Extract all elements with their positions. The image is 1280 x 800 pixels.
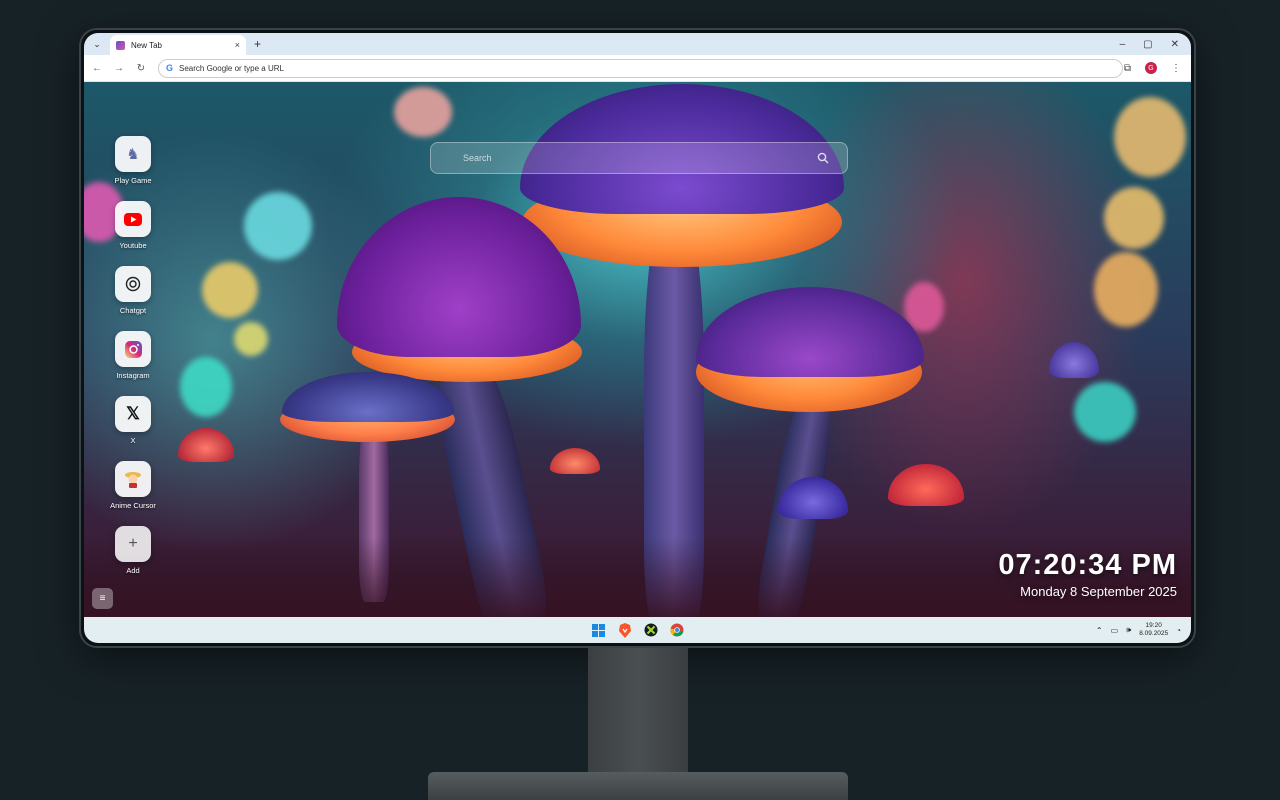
chatgpt-icon [115,266,151,302]
clock-widget: 07:20:34 PM Monday 8 September 2025 [998,549,1177,599]
shortcut-instagram[interactable]: Instagram [108,331,158,396]
youtube-icon [115,201,151,237]
screen: ⌄ New Tab × + – ▢ ✕ ← → ↻ G Search Googl… [84,33,1191,643]
network-icon[interactable]: ▭ [1111,626,1119,635]
brave-icon[interactable] [617,622,633,638]
tab-new-tab[interactable]: New Tab × [110,35,246,55]
bokeh-light [180,357,232,417]
clock-time: 07:20:34 PM [998,549,1177,581]
search-icon[interactable] [817,152,829,166]
menu-dots-icon[interactable]: ⋮ [1171,63,1181,74]
shortcut-label: Play Game [114,176,152,185]
forward-icon[interactable]: → [108,63,130,74]
bokeh-light [234,322,268,356]
shortcut-x[interactable]: 𝕏 X [108,396,158,461]
windows-start-icon[interactable] [591,622,607,638]
bokeh-light [244,192,312,260]
shortcut-chatgpt[interactable]: Chatgpt [108,266,158,331]
plus-icon: + [115,526,151,562]
instagram-icon [115,331,151,367]
taskbar: ⌃ ▭ 🕪 19:20 8.09.2025 ◔ [84,617,1191,643]
wallpaper: Search ♞ Play Game Youtube Chatgpt Insta… [84,82,1191,617]
tray-time: 19:20 [1145,622,1162,629]
mushroom-cap [178,428,234,462]
shortcut-label: Anime Cursor [110,501,156,510]
close-window-button[interactable]: ✕ [1171,39,1179,50]
reload-icon[interactable]: ↻ [130,63,152,74]
x-icon: 𝕏 [115,396,151,432]
bokeh-light [202,262,258,318]
google-icon: G [166,63,174,73]
search-placeholder: Search [463,153,492,163]
profile-avatar[interactable]: G [1145,62,1157,74]
tab-close-icon[interactable]: × [235,40,240,50]
shortcut-play-game[interactable]: ♞ Play Game [108,136,158,201]
shortcut-label: Add [126,566,140,575]
chrome-icon[interactable] [669,622,685,638]
mushroom-cap [550,448,600,474]
bokeh-light [1074,382,1136,442]
shortcut-label: Youtube [119,241,147,250]
hamburger-menu-icon[interactable]: ≡ [92,588,113,609]
add-shortcut-button[interactable]: + Add [108,526,158,591]
tray-date: 8.09.2025 [1139,630,1169,637]
monitor-frame: ⌄ New Tab × + – ▢ ✕ ← → ↻ G Search Googl… [79,28,1196,648]
mushroom-cap [696,287,924,377]
game-icon: ♞ [115,136,151,172]
mushroom-cap [1049,342,1099,378]
toolbar-actions: ⧉ G ⋮ [1124,62,1181,74]
shortcut-label: Instagram [116,371,150,380]
search-input[interactable]: Search [430,142,848,174]
tray-clock[interactable]: 19:20 8.09.2025 [1139,622,1168,638]
bokeh-light [394,87,452,137]
minimize-button[interactable]: – [1120,39,1126,50]
bokeh-light [1104,187,1164,249]
volume-icon[interactable]: 🕪 [1126,625,1131,635]
monitor-stand-neck [588,648,688,783]
anime-cursor-icon [115,461,151,497]
shortcuts-column: ♞ Play Game Youtube Chatgpt Instagram 𝕏 … [108,136,158,591]
system-tray: ⌃ ▭ 🕪 19:20 8.09.2025 ◔ [1096,617,1181,643]
maximize-button[interactable]: ▢ [1143,39,1152,50]
chevron-up-icon[interactable]: ⌃ [1096,626,1103,635]
shortcut-anime-cursor[interactable]: Anime Cursor [108,461,158,526]
shortcut-label: Chatgpt [119,306,147,315]
back-icon[interactable]: ← [86,63,108,74]
clock-date: Monday 8 September 2025 [1020,584,1177,599]
window-controls: – ▢ ✕ [1120,39,1179,50]
taskbar-apps [591,622,685,638]
xbox-icon[interactable] [643,622,659,638]
browser-toolbar: ← → ↻ G Search Google or type a URL ⧉ G … [84,55,1191,82]
monitor-stand-base [428,772,848,800]
bokeh-light [1114,97,1186,177]
shortcut-label: X [130,436,136,445]
notifications-icon[interactable]: ◔ [1176,626,1181,635]
new-tab-button[interactable]: + [254,37,261,51]
extensions-icon[interactable]: ⧉ [1124,63,1131,74]
omnibox-placeholder: Search Google or type a URL [179,63,284,73]
tab-bar: ⌄ New Tab × + – ▢ ✕ [84,33,1191,55]
tab-title: New Tab [131,40,162,50]
omnibox[interactable]: G Search Google or type a URL [158,58,1123,78]
tab-favicon-icon [116,40,125,50]
tab-search-icon[interactable]: ⌄ [88,35,106,53]
shortcut-youtube[interactable]: Youtube [108,201,158,266]
mushroom-cap [888,464,964,506]
bokeh-light [1094,252,1158,327]
